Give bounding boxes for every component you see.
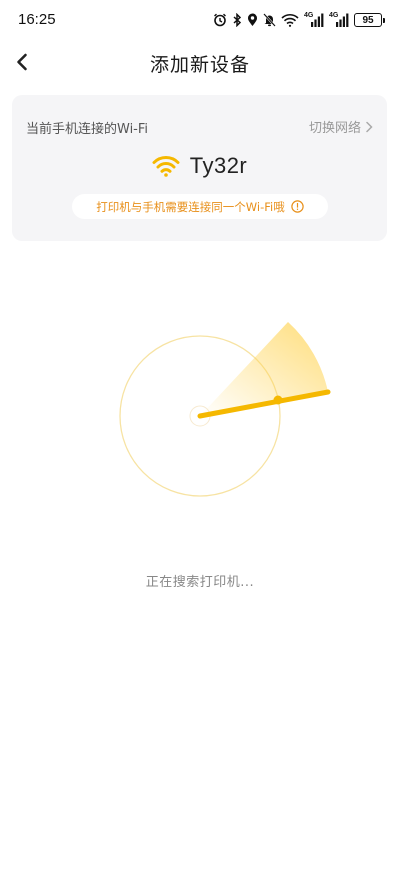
battery-icon: 95 [354, 13, 385, 27]
network-type-2: 4G [329, 12, 339, 19]
signal-group-1: 4G [304, 12, 324, 27]
switch-network-label: 切换网络 [308, 121, 361, 136]
switch-network-button[interactable]: 切换网络 [309, 117, 373, 136]
wifi-hint-text: 打印机与手机需要连接同一个Wi-Fi哦 [96, 199, 285, 214]
radar-scanner [119, 322, 331, 497]
status-time: 16:25 [18, 11, 56, 28]
status-bar: 16:25 4G 4G 95 [0, 0, 400, 40]
signal-group-2: 4G [329, 12, 349, 27]
wifi-icon [152, 156, 180, 177]
network-type-1: 4G [304, 12, 314, 19]
current-wifi-label: 当前手机连接的Wi-Fi [26, 122, 149, 137]
alarm-icon [214, 13, 226, 27]
mute-icon [263, 13, 276, 27]
header: 添加新设备 [0, 40, 400, 84]
wifi-ssid: Ty32r [189, 153, 248, 178]
status-icons: 4G 4G 95 [213, 11, 385, 29]
wifi-card: 当前手机连接的Wi-Fi 切换网络 Ty32r 打印机与手机需要连接同一个Wi-… [12, 95, 387, 241]
page-title: 添加新设备 [149, 54, 250, 76]
searching-status: 正在搜索打印机... [145, 575, 255, 590]
bluetooth-icon [233, 13, 242, 27]
location-icon [248, 13, 257, 26]
wifi-name-row: Ty32r [12, 153, 387, 179]
wifi-icon [281, 14, 299, 27]
chevron-right-icon [366, 121, 373, 132]
wifi-hint: 打印机与手机需要连接同一个Wi-Fi哦 [72, 194, 328, 219]
radar-needle-dot [273, 395, 283, 405]
info-icon[interactable] [291, 200, 304, 213]
